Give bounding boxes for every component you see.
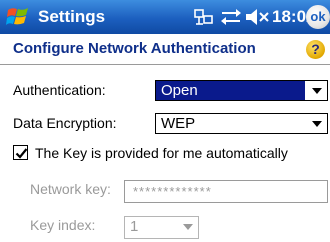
network-key-label: Network key: (30, 181, 111, 197)
header-divider (0, 64, 330, 65)
page-header: Configure Network Authentication ? (0, 34, 330, 64)
windows-logo-icon[interactable] (5, 4, 31, 30)
authentication-value: Open (156, 81, 305, 100)
network-key-field[interactable]: ************* (124, 180, 328, 203)
data-encryption-label: Data Encryption: (13, 115, 117, 131)
auto-key-checkbox[interactable] (13, 145, 28, 160)
page-title: Configure Network Authentication (13, 40, 256, 57)
ok-button[interactable]: ok (306, 5, 330, 29)
network-key-value: ************* (133, 184, 212, 199)
key-index-value: 1 (130, 218, 139, 235)
data-encryption-value: WEP (161, 115, 196, 132)
sync-icon[interactable] (220, 8, 242, 26)
key-index-dropdown[interactable]: 1 (124, 216, 199, 239)
connectivity-icon[interactable] (193, 7, 215, 27)
auto-key-label[interactable]: The Key is provided for me automatically (35, 145, 288, 161)
key-index-label: Key index: (30, 217, 96, 233)
title-bar: Settings 18:02 ok (0, 0, 330, 34)
checkmark-icon (15, 148, 28, 159)
authentication-dropdown[interactable]: Open (155, 80, 328, 101)
volume-muted-icon[interactable] (245, 8, 271, 26)
chevron-down-icon[interactable] (312, 121, 322, 127)
app-title: Settings (38, 7, 106, 26)
authentication-label: Authentication: (13, 82, 106, 98)
chevron-down-icon[interactable] (183, 224, 193, 230)
help-icon[interactable]: ? (306, 40, 325, 59)
chevron-down-icon[interactable] (312, 88, 322, 94)
data-encryption-dropdown[interactable]: WEP (155, 113, 328, 134)
